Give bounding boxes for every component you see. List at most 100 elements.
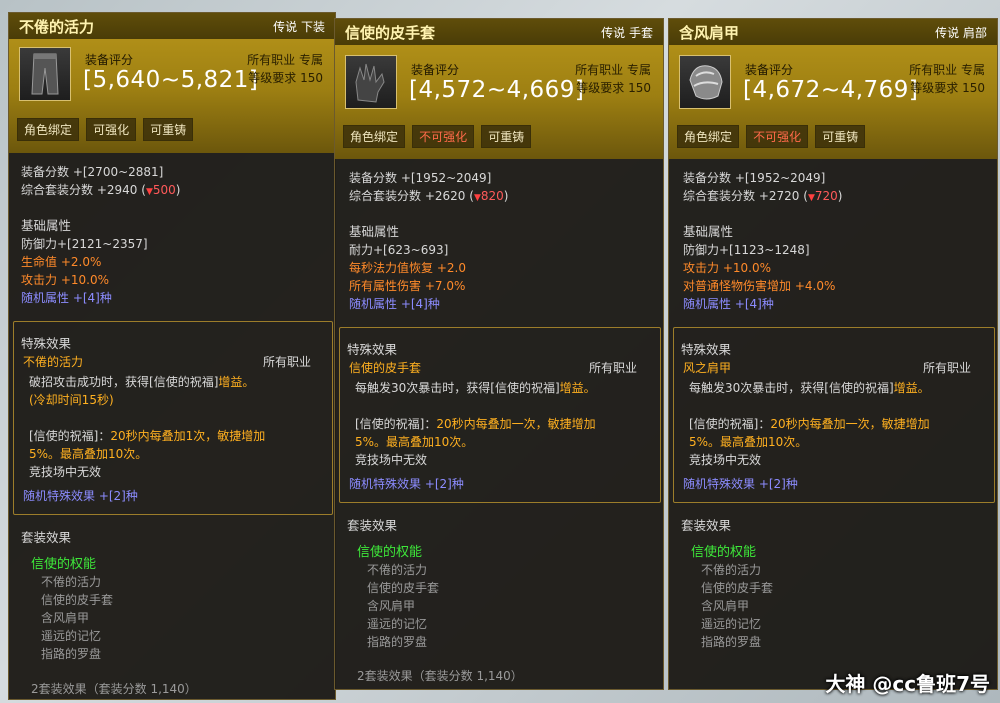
arena-note: 竞技场中无效 <box>29 465 102 479</box>
item-score: [4,572~4,669] <box>409 77 585 103</box>
base-attr-title: 基础属性 <box>21 218 72 233</box>
buff-name: [信使的祝福] <box>490 381 560 395</box>
set-name: 信使的权能 <box>691 545 757 560</box>
score-label: 装备评分 <box>411 63 460 77</box>
special-desc-text: 每触发30次暴击时，获得 <box>689 381 825 395</box>
arena-note: 竞技场中无效 <box>689 453 762 467</box>
level-requirement: 等级要求 150 <box>576 81 651 95</box>
buff-text: 20秒内每叠加1次，敏捷增加 <box>110 429 266 443</box>
score-label: 装备评分 <box>745 63 794 77</box>
base-attr: 对普通怪物伤害增加 +4.0% <box>683 279 836 293</box>
random-special: 随机特殊效果 +[2]种 <box>23 489 138 503</box>
special-title: 特殊效果 <box>681 342 732 357</box>
special-job: 所有职业 <box>589 361 638 375</box>
decrease-arrow-icon: ▼ <box>473 193 481 203</box>
set-title: 套装效果 <box>21 530 72 545</box>
special-name: 信使的皮手套 <box>349 361 422 375</box>
level-requirement: 等级要求 150 <box>910 81 985 95</box>
enhance-status-badge: 不可强化 <box>746 125 809 148</box>
random-special: 随机特殊效果 +[2]种 <box>683 477 798 491</box>
buff-text: 20秒内每叠加一次，敏捷增加 <box>436 417 596 431</box>
item-score: [4,672~4,769] <box>743 77 919 103</box>
base-attr: 每秒法力值恢复 +2.0 <box>349 261 466 275</box>
set-item: 指路的罗盘 <box>701 635 762 649</box>
buff-text-2: 5%。最高叠加10次。 <box>29 447 148 461</box>
special-job: 所有职业 <box>923 361 972 375</box>
equip-score: 装备分数 +[1952~2049] <box>349 171 492 185</box>
pants-icon[interactable] <box>19 47 71 101</box>
equip-score: 装备分数 +[2700~2881] <box>21 165 164 179</box>
buff-name: [信使的祝福] <box>149 375 219 389</box>
item-rarity-slot: 传说 肩部 <box>935 26 987 40</box>
special-desc-text: 破招攻击成功时，获得 <box>29 375 150 389</box>
base-attr: 攻击力 +10.0% <box>21 273 109 287</box>
set-item: 指路的罗盘 <box>367 635 428 649</box>
set-item: 不倦的活力 <box>41 575 102 589</box>
set-item: 遥远的记忆 <box>41 629 102 643</box>
item-rarity-slot: 传说 下装 <box>273 20 325 34</box>
special-name: 风之肩甲 <box>683 361 732 375</box>
set-score-text: 综合套装分数 +2620 <box>349 189 466 203</box>
base-attr-title: 基础属性 <box>683 224 734 239</box>
shoulder-armor-icon[interactable] <box>679 55 731 109</box>
special-desc-tail: 增益。 <box>559 381 596 395</box>
set-score: 综合套装分数 +2620 (▼820) <box>349 189 509 203</box>
special-desc: 每触发30次暴击时，获得[信使的祝福]增益。 <box>355 379 596 396</box>
base-attr-title: 基础属性 <box>349 224 400 239</box>
buff-desc: [信使的祝福]：20秒内每叠加一次，敏捷增加 <box>355 415 596 432</box>
buff-title: [信使的祝福]： <box>29 429 111 443</box>
special-desc-tail: 增益。 <box>218 375 255 389</box>
decrease-arrow-icon: ▼ <box>807 193 815 203</box>
reforge-status-badge: 可重铸 <box>143 118 194 141</box>
set-score: 综合套装分数 +2940 (▼500) <box>21 183 181 197</box>
decrease-arrow-icon: ▼ <box>145 187 153 197</box>
enhance-status-badge: 不可强化 <box>412 125 475 148</box>
buff-text-2: 5%。最高叠加10次。 <box>355 435 474 449</box>
binding-buttons: 角色绑定 可强化 可重铸 <box>17 118 195 141</box>
job-requirement: 所有职业 专属 <box>247 53 323 67</box>
set-item: 遥远的记忆 <box>367 617 428 631</box>
equip-score: 装备分数 +[1952~2049] <box>683 171 826 185</box>
set-item: 含风肩甲 <box>41 611 90 625</box>
buff-name: [信使的祝福] <box>824 381 894 395</box>
reforge-status-badge: 可重铸 <box>815 125 866 148</box>
set-score-text: 综合套装分数 +2940 <box>21 183 138 197</box>
set-title: 套装效果 <box>347 518 398 533</box>
buff-title: [信使的祝福]： <box>355 417 437 431</box>
item-title: 含风肩甲 <box>679 24 740 42</box>
set-score-diff: 820 <box>480 189 504 203</box>
base-attr: 防御力+[1123~1248] <box>683 243 810 257</box>
arena-note: 竞技场中无效 <box>355 453 428 467</box>
special-desc-tail: 增益。 <box>893 381 930 395</box>
bind-status-badge: 角色绑定 <box>17 118 80 141</box>
special-desc: 每触发30次暴击时，获得[信使的祝福]增益。 <box>689 379 930 396</box>
base-attr: 攻击力 +10.0% <box>683 261 771 275</box>
special-title: 特殊效果 <box>347 342 398 357</box>
buff-desc: [信使的祝福]：20秒内每叠加1次，敏捷增加 <box>29 427 265 444</box>
item-tooltip-gloves: 信使的皮手套 传说 手套 装备评分 [4,572~4,669] 所有职业 专属 … <box>334 18 664 690</box>
set-title: 套装效果 <box>681 518 732 533</box>
score-label: 装备评分 <box>85 53 134 67</box>
item-tooltip-pants: 不倦的活力 传说 下装 装备评分 [5,640~5,821] 所有职业 专属 等… <box>8 12 336 700</box>
set-item: 遥远的记忆 <box>701 617 762 631</box>
base-attr: 耐力+[623~693] <box>349 243 449 257</box>
set-score-diff: 500 <box>152 183 176 197</box>
random-special: 随机特殊效果 +[2]种 <box>349 477 464 491</box>
job-requirement: 所有职业 专属 <box>575 63 651 77</box>
special-job: 所有职业 <box>263 355 312 369</box>
item-title: 信使的皮手套 <box>345 24 436 42</box>
glove-icon[interactable] <box>345 55 397 109</box>
buff-title: [信使的祝福]： <box>689 417 771 431</box>
base-attr: 防御力+[2121~2357] <box>21 237 148 251</box>
special-name: 不倦的活力 <box>23 355 84 369</box>
item-header: 不倦的活力 传说 下装 装备评分 [5,640~5,821] 所有职业 专属 等… <box>9 13 335 153</box>
buff-desc: [信使的祝福]：20秒内每叠加一次，敏捷增加 <box>689 415 930 432</box>
buff-text: 20秒内每叠加一次，敏捷增加 <box>770 417 930 431</box>
item-title: 不倦的活力 <box>19 18 95 36</box>
set-name: 信使的权能 <box>357 545 423 560</box>
set-score: 综合套装分数 +2720 (▼720) <box>683 189 843 203</box>
set-score-text: 综合套装分数 +2720 <box>683 189 800 203</box>
set-item: 含风肩甲 <box>367 599 416 613</box>
cooldown-text: (冷却时间15秒) <box>29 393 114 407</box>
set-item: 信使的皮手套 <box>701 581 774 595</box>
